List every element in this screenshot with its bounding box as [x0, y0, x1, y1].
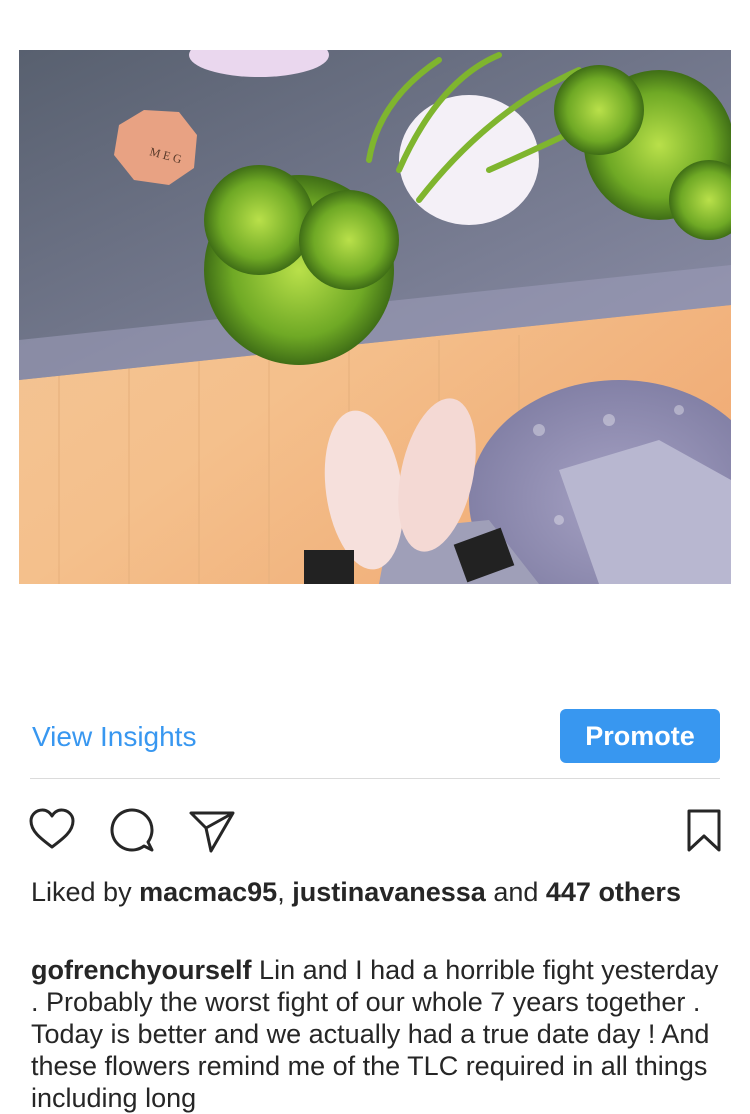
insights-row: View Insights Promote [0, 700, 750, 772]
caption-username[interactable]: gofrenchyourself [31, 955, 252, 985]
post-photo[interactable]: M E G [19, 50, 731, 584]
bookmark-icon[interactable] [682, 806, 726, 854]
likes-summary: Liked by macmac95, justinavanessa and 44… [31, 876, 721, 908]
likes-and: and [485, 877, 546, 907]
likes-separator: , [277, 877, 293, 907]
liker-username-1[interactable]: macmac95 [139, 877, 277, 907]
promote-button[interactable]: Promote [560, 709, 720, 763]
heart-icon[interactable] [28, 806, 76, 854]
view-insights-link[interactable]: View Insights [32, 720, 196, 754]
comment-icon[interactable] [108, 806, 156, 854]
post-photo-illustration: M E G [19, 50, 731, 584]
paper-plane-icon[interactable] [188, 806, 236, 854]
divider [30, 778, 720, 779]
likes-others-link[interactable]: 447 others [546, 877, 681, 907]
liker-username-2[interactable]: justinavanessa [292, 877, 486, 907]
likes-prefix: Liked by [31, 877, 140, 907]
post-caption: gofrenchyourself Lin and I had a horribl… [31, 954, 731, 1114]
post-action-bar [0, 800, 750, 860]
